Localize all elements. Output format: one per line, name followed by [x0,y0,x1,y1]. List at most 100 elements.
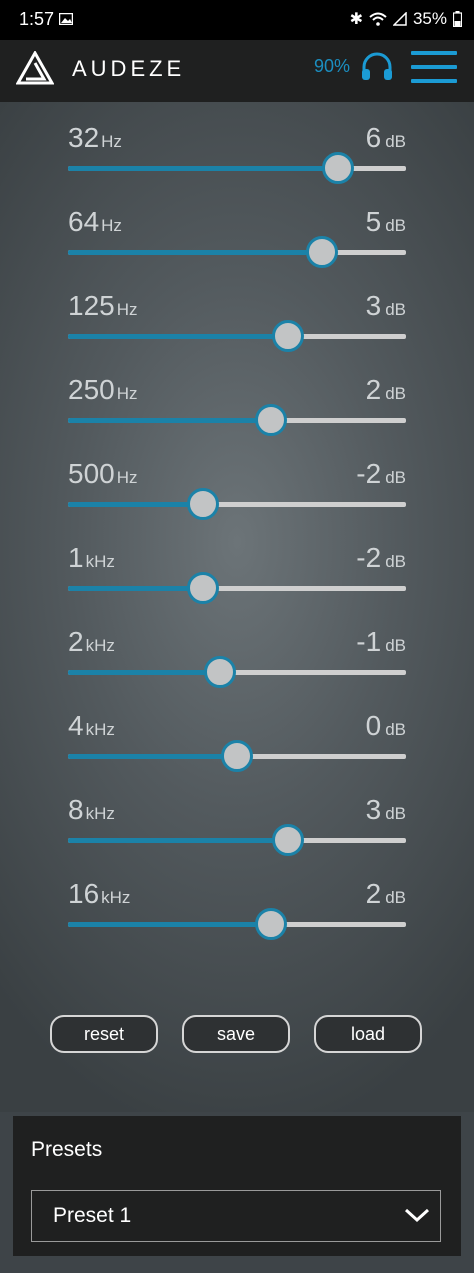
reset-button[interactable]: reset [50,1015,158,1053]
frequency-unit: kHz [85,636,115,655]
eq-slider-thumb[interactable] [204,656,236,688]
gain-unit: dB [385,300,406,319]
signal-icon [392,12,407,26]
frequency-value: 500 [68,458,115,489]
band-gain: 2 dB [366,878,406,910]
preset-select[interactable]: Preset 1 [31,1190,441,1242]
frequency-value: 32 [68,122,100,153]
frequency-value: 125 [68,290,115,321]
frequency-unit: kHz [85,804,115,823]
band-gain: -2 dB [356,542,406,574]
frequency-unit: Hz [101,216,122,235]
eq-slider-thumb[interactable] [272,320,304,352]
gain-unit: dB [385,720,406,739]
eq-slider-thumb[interactable] [187,488,219,520]
frequency-value: 16 [68,878,100,909]
save-button[interactable]: save [182,1015,290,1053]
eq-slider-thumb[interactable] [255,908,287,940]
frequency-unit: kHz [85,720,115,739]
gallery-icon [59,13,73,25]
band-gain: -2 dB [356,458,406,490]
eq-band: 500 Hz -2 dB [68,458,406,520]
gain-unit: dB [385,384,406,403]
brand-name: AUDEZE [72,56,186,81]
frequency-unit: Hz [101,132,122,151]
eq-slider-fill [68,502,203,507]
load-button[interactable]: load [314,1015,422,1053]
status-time: 1:57 [19,9,55,29]
eq-slider-fill [68,586,203,591]
equalizer-panel: 32 Hz 6 dB 64 Hz 5 dB 125 Hz 3 dB 250 Hz 2 dB 500 Hz -2 dB 1… [0,102,474,1112]
eq-slider-fill [68,334,288,339]
gain-unit: dB [385,216,406,235]
band-gain: 2 dB [366,374,406,406]
app-header: AUDEZE 90% [0,40,474,102]
band-frequency: 2 kHz [68,626,115,658]
eq-slider-thumb[interactable] [272,824,304,856]
eq-slider-thumb[interactable] [187,572,219,604]
eq-band: 64 Hz 5 dB [68,206,406,268]
band-gain: 6 dB [366,122,406,154]
band-gain: 3 dB [366,290,406,322]
battery-percent: 35% [412,9,447,28]
headphones-icon[interactable] [360,52,394,82]
eq-slider-track[interactable] [68,152,406,184]
gain-value: -2 [356,458,382,489]
frequency-unit: kHz [85,552,115,571]
eq-slider-fill [68,922,271,927]
audeze-logo-icon [16,51,54,85]
eq-band: 125 Hz 3 dB [68,290,406,352]
eq-slider-track[interactable] [68,404,406,436]
band-frequency: 4 kHz [68,710,115,742]
band-frequency: 500 Hz [68,458,138,490]
band-frequency: 1 kHz [68,542,115,574]
eq-slider-track[interactable] [68,740,406,772]
gain-value: 0 [365,710,382,741]
eq-slider-track[interactable] [68,908,406,940]
eq-band: 8 kHz 3 dB [68,794,406,856]
chevron-down-icon [404,1208,430,1223]
eq-slider-track[interactable] [68,572,406,604]
eq-band: 32 Hz 6 dB [68,122,406,184]
gain-unit: dB [385,468,406,487]
presets-title: Presets [31,1138,103,1161]
band-frequency: 8 kHz [68,794,115,826]
eq-slider-track[interactable] [68,236,406,268]
frequency-unit: Hz [116,384,138,403]
battery-icon [453,11,462,27]
eq-slider-thumb[interactable] [255,404,287,436]
frequency-value: 64 [68,206,100,237]
gain-value: 5 [365,206,382,237]
hamburger-menu-icon[interactable] [411,51,457,87]
eq-slider-thumb[interactable] [221,740,253,772]
band-gain: -1 dB [356,626,406,658]
eq-band: 1 kHz -2 dB [68,542,406,604]
headphone-battery: 90% [314,56,351,76]
eq-band: 250 Hz 2 dB [68,374,406,436]
eq-band: 16 kHz 2 dB [68,878,406,940]
eq-slider-fill [68,166,338,171]
status-icons: ✱ 35% [350,9,462,29]
eq-slider-track[interactable] [68,824,406,856]
eq-slider-thumb[interactable] [322,152,354,184]
frequency-unit: Hz [116,468,138,487]
gain-value: 3 [365,290,382,321]
eq-slider-track[interactable] [68,488,406,520]
band-gain: 5 dB [366,206,406,238]
band-frequency: 16 kHz [68,878,130,910]
bluetooth-icon: ✱ [349,11,363,28]
gain-unit: dB [385,132,406,151]
band-frequency: 250 Hz [68,374,138,406]
eq-slider-track[interactable] [68,656,406,688]
gain-unit: dB [385,804,406,823]
gain-value: -2 [356,542,382,573]
eq-slider-fill [68,754,237,759]
frequency-value: 250 [68,374,115,405]
band-gain: 0 dB [366,710,406,742]
frequency-unit: kHz [101,888,131,907]
status-bar: 1:57 ✱ 35% [0,0,474,40]
eq-slider-track[interactable] [68,320,406,352]
eq-band: 4 kHz 0 dB [68,710,406,772]
band-frequency: 32 Hz [68,122,122,154]
eq-slider-thumb[interactable] [306,236,338,268]
